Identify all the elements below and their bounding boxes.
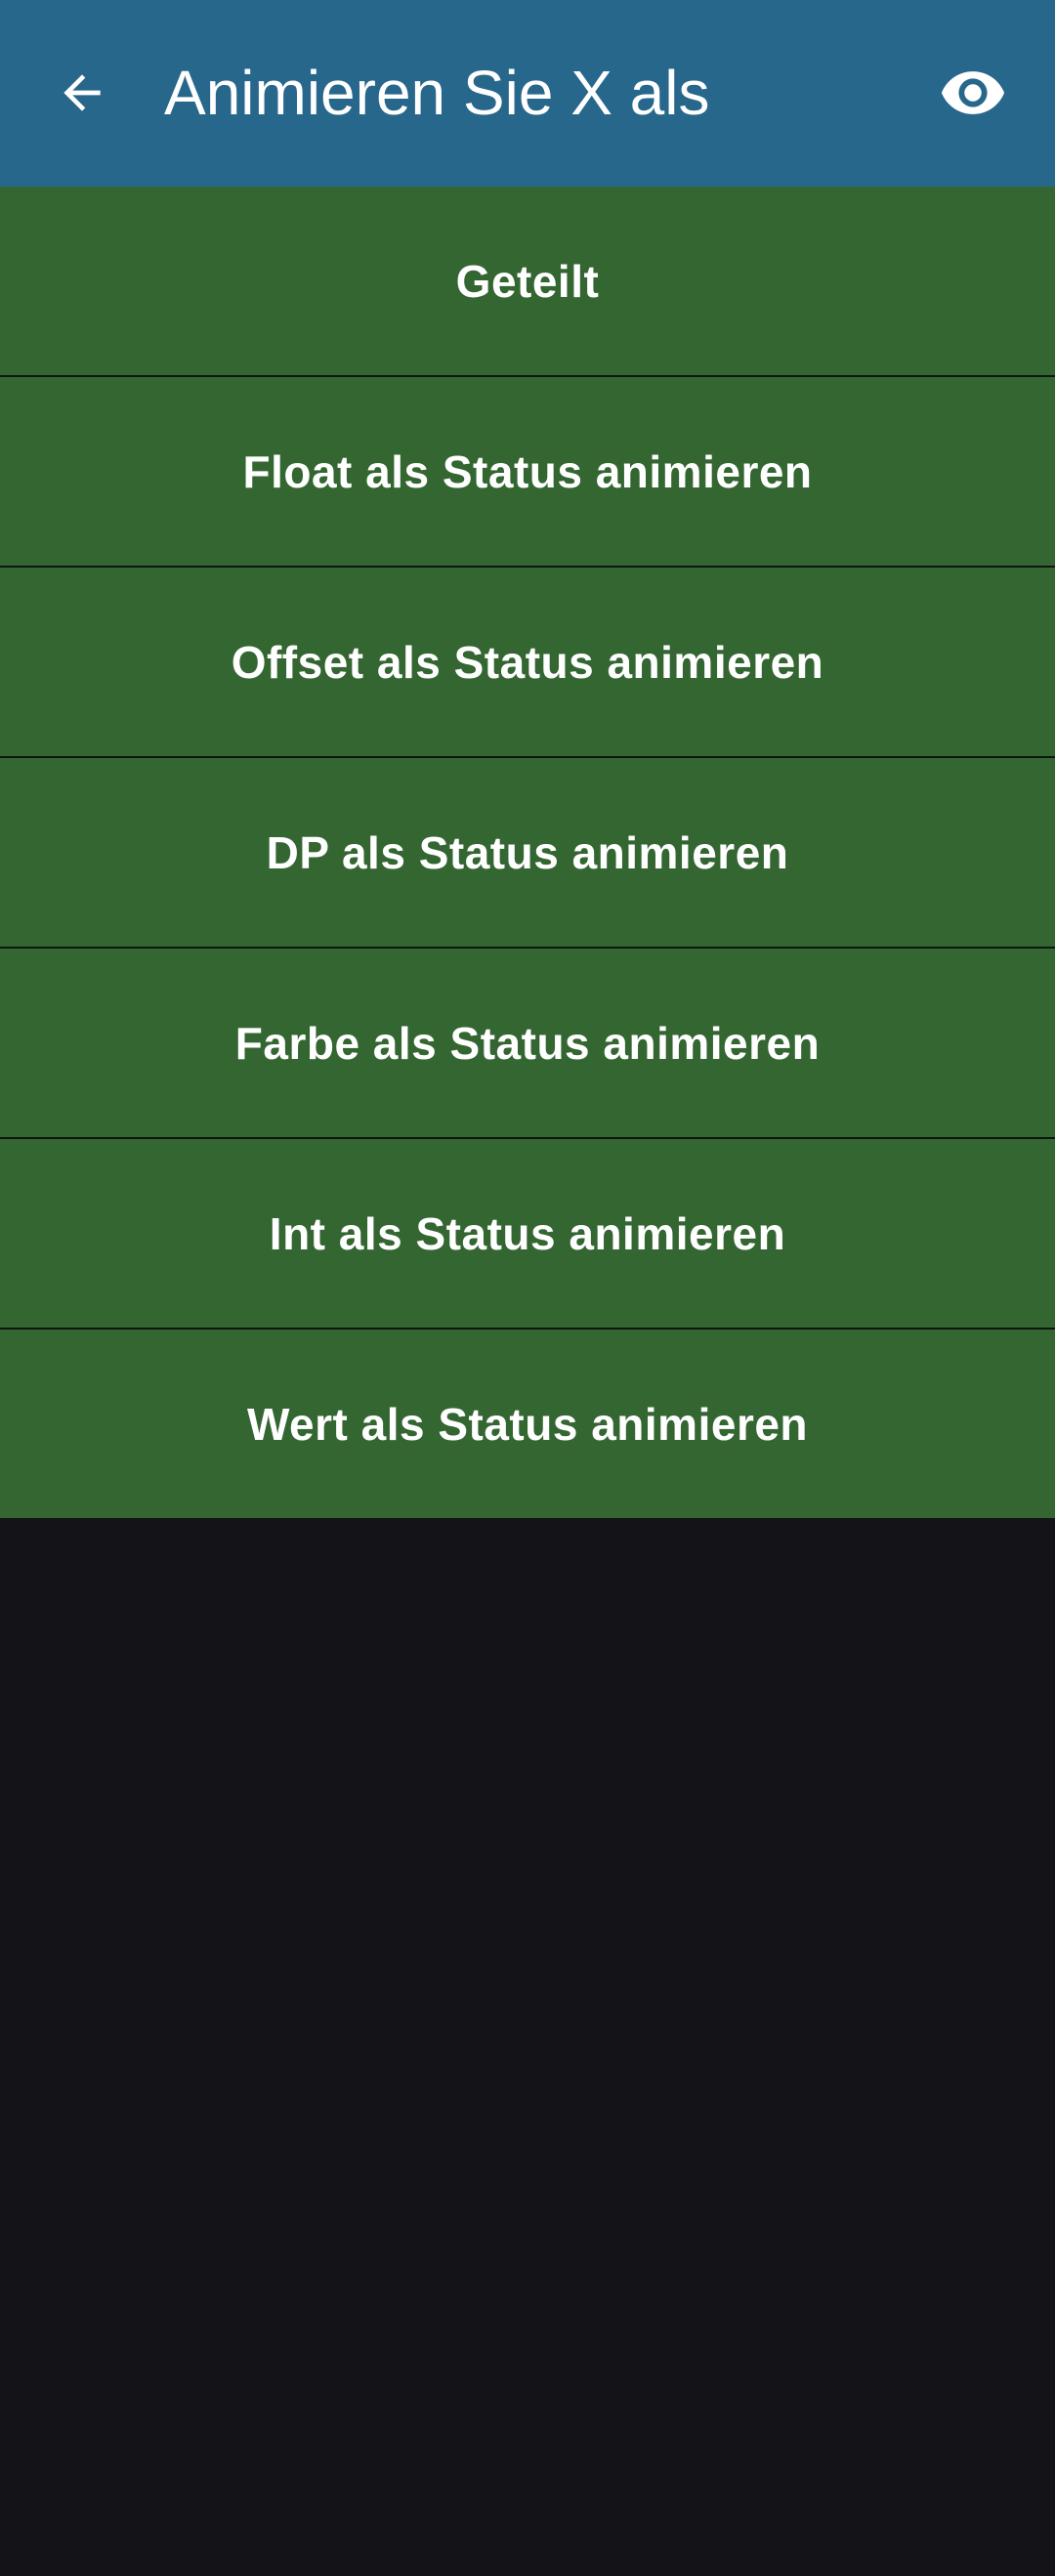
menu-item-value-state[interactable]: Wert als Status animieren <box>0 1330 1055 1518</box>
top-app-bar: Animieren Sie X als <box>0 0 1055 187</box>
eye-icon <box>941 71 1005 114</box>
back-button[interactable] <box>29 40 135 146</box>
menu-item-color-state[interactable]: Farbe als Status animieren <box>0 949 1055 1137</box>
arrow-left-icon <box>63 74 101 111</box>
page-title: Animieren Sie X als <box>164 58 710 128</box>
menu-item-int-state[interactable]: Int als Status animieren <box>0 1139 1055 1328</box>
menu-item-offset-state[interactable]: Offset als Status animieren <box>0 568 1055 756</box>
menu-item-dp-state[interactable]: DP als Status animieren <box>0 758 1055 947</box>
menu-item-float-state[interactable]: Float als Status animieren <box>0 377 1055 566</box>
app-root: Animieren Sie X als Geteilt Float als St… <box>0 0 1055 2576</box>
visibility-button[interactable] <box>922 40 1024 146</box>
menu-item-geteilt[interactable]: Geteilt <box>0 187 1055 375</box>
animation-option-list: Geteilt Float als Status animieren Offse… <box>0 187 1055 1518</box>
